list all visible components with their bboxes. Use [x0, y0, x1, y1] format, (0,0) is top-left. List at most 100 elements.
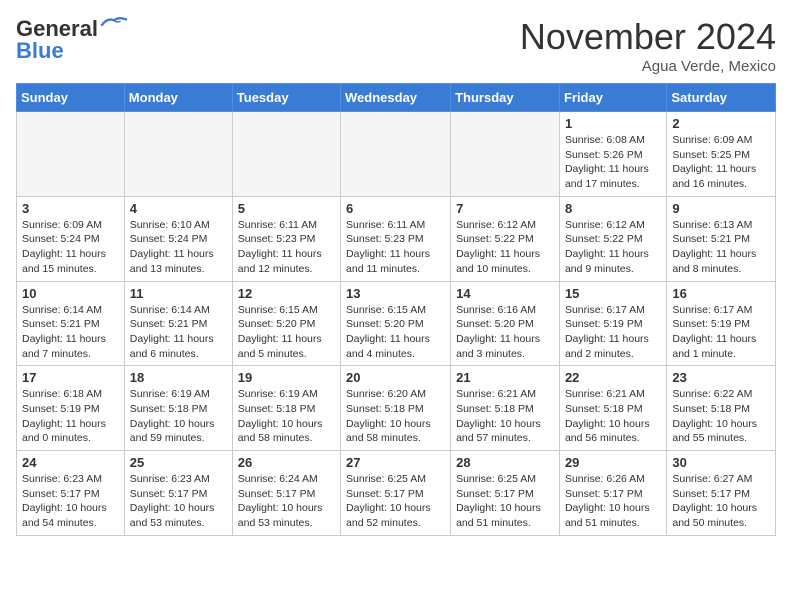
day-info: Sunrise: 6:16 AM Sunset: 5:20 PM Dayligh… — [456, 303, 554, 362]
calendar-cell: 22 Sunrise: 6:21 AM Sunset: 5:18 PM Dayli… — [559, 366, 666, 451]
header-tuesday: Tuesday — [232, 84, 340, 112]
day-number: 28 — [456, 455, 554, 470]
day-number: 21 — [456, 370, 554, 385]
calendar-cell: 10Sunrise: 6:14 AM Sunset: 5:21 PM Dayli… — [17, 281, 125, 366]
day-info: Sunrise: 6:20 AM Sunset: 5:18 PM Dayligh… — [346, 387, 445, 446]
header-saturday: Saturday — [667, 84, 776, 112]
calendar-cell: 1 Sunrise: 6:08 AM Sunset: 5:26 PM Daylig… — [559, 112, 666, 197]
header-thursday: Thursday — [451, 84, 560, 112]
logo: General Blue — [16, 16, 128, 64]
day-info: Sunrise: 6:24 AM Sunset: 5:17 PM Dayligh… — [238, 472, 335, 531]
calendar-cell — [17, 112, 125, 197]
calendar-cell: 8 Sunrise: 6:12 AM Sunset: 5:22 PM Daylig… — [559, 196, 666, 281]
day-info: Sunrise: 6:19 AM Sunset: 5:18 PM Dayligh… — [130, 387, 227, 446]
day-info: Sunrise: 6:25 AM Sunset: 5:17 PM Dayligh… — [456, 472, 554, 531]
day-info: Sunrise: 6:09 AM Sunset: 5:24 PM Dayligh… — [22, 218, 119, 277]
calendar-cell: 24Sunrise: 6:23 AM Sunset: 5:17 PM Dayli… — [17, 451, 125, 536]
header-wednesday: Wednesday — [341, 84, 451, 112]
calendar-cell: 15 Sunrise: 6:17 AM Sunset: 5:19 PM Dayli… — [559, 281, 666, 366]
day-number: 25 — [130, 455, 227, 470]
day-info: Sunrise: 6:17 AM Sunset: 5:19 PM Dayligh… — [672, 303, 770, 362]
calendar-cell: 3 Sunrise: 6:09 AM Sunset: 5:24 PM Daylig… — [17, 196, 125, 281]
calendar-cell: 23Sunrise: 6:22 AM Sunset: 5:18 PM Dayli… — [667, 366, 776, 451]
day-number: 18 — [130, 370, 227, 385]
calendar-cell: 20 Sunrise: 6:20 AM Sunset: 5:18 PM Dayli… — [341, 366, 451, 451]
day-info: Sunrise: 6:18 AM Sunset: 5:19 PM Dayligh… — [22, 387, 119, 446]
day-info: Sunrise: 6:26 AM Sunset: 5:17 PM Dayligh… — [565, 472, 661, 531]
day-info: Sunrise: 6:23 AM Sunset: 5:17 PM Dayligh… — [130, 472, 227, 531]
calendar-cell: 16 Sunrise: 6:17 AM Sunset: 5:19 PM Dayli… — [667, 281, 776, 366]
calendar-week-4: 17 Sunrise: 6:18 AM Sunset: 5:19 PM Dayli… — [17, 366, 776, 451]
day-info: Sunrise: 6:13 AM Sunset: 5:21 PM Dayligh… — [672, 218, 770, 277]
title-block: November 2024 Agua Verde, Mexico — [520, 16, 776, 75]
day-number: 4 — [130, 201, 227, 216]
calendar-cell: 4Sunrise: 6:10 AM Sunset: 5:24 PM Daylig… — [124, 196, 232, 281]
day-info: Sunrise: 6:11 AM Sunset: 5:23 PM Dayligh… — [346, 218, 445, 277]
day-info: Sunrise: 6:19 AM Sunset: 5:18 PM Dayligh… — [238, 387, 335, 446]
day-info: Sunrise: 6:11 AM Sunset: 5:23 PM Dayligh… — [238, 218, 335, 277]
calendar-cell: 6 Sunrise: 6:11 AM Sunset: 5:23 PM Daylig… — [341, 196, 451, 281]
day-number: 5 — [238, 201, 335, 216]
day-number: 1 — [565, 116, 661, 131]
calendar-cell: 12 Sunrise: 6:15 AM Sunset: 5:20 PM Dayli… — [232, 281, 340, 366]
calendar-header-row: SundayMondayTuesdayWednesdayThursdayFrid… — [17, 84, 776, 112]
calendar-cell: 11Sunrise: 6:14 AM Sunset: 5:21 PM Dayli… — [124, 281, 232, 366]
calendar-cell: 5 Sunrise: 6:11 AM Sunset: 5:23 PM Daylig… — [232, 196, 340, 281]
day-number: 8 — [565, 201, 661, 216]
day-info: Sunrise: 6:12 AM Sunset: 5:22 PM Dayligh… — [456, 218, 554, 277]
calendar-week-3: 10Sunrise: 6:14 AM Sunset: 5:21 PM Dayli… — [17, 281, 776, 366]
calendar-cell: 9Sunrise: 6:13 AM Sunset: 5:21 PM Daylig… — [667, 196, 776, 281]
day-number: 11 — [130, 286, 227, 301]
calendar-cell — [451, 112, 560, 197]
header-sunday: Sunday — [17, 84, 125, 112]
day-number: 17 — [22, 370, 119, 385]
day-number: 7 — [456, 201, 554, 216]
day-number: 16 — [672, 286, 770, 301]
calendar-cell: 18 Sunrise: 6:19 AM Sunset: 5:18 PM Dayli… — [124, 366, 232, 451]
day-info: Sunrise: 6:12 AM Sunset: 5:22 PM Dayligh… — [565, 218, 661, 277]
day-number: 29 — [565, 455, 661, 470]
calendar-cell — [124, 112, 232, 197]
header-friday: Friday — [559, 84, 666, 112]
day-number: 19 — [238, 370, 335, 385]
day-number: 24 — [22, 455, 119, 470]
day-info: Sunrise: 6:21 AM Sunset: 5:18 PM Dayligh… — [456, 387, 554, 446]
calendar-cell: 28 Sunrise: 6:25 AM Sunset: 5:17 PM Dayli… — [451, 451, 560, 536]
day-info: Sunrise: 6:09 AM Sunset: 5:25 PM Dayligh… — [672, 133, 770, 192]
calendar-cell: 26 Sunrise: 6:24 AM Sunset: 5:17 PM Dayli… — [232, 451, 340, 536]
month-title: November 2024 — [520, 16, 776, 58]
day-number: 12 — [238, 286, 335, 301]
calendar-cell: 27 Sunrise: 6:25 AM Sunset: 5:17 PM Dayli… — [341, 451, 451, 536]
day-info: Sunrise: 6:08 AM Sunset: 5:26 PM Dayligh… — [565, 133, 661, 192]
calendar-cell — [232, 112, 340, 197]
calendar-cell: 29 Sunrise: 6:26 AM Sunset: 5:17 PM Dayli… — [559, 451, 666, 536]
day-number: 23 — [672, 370, 770, 385]
header-monday: Monday — [124, 84, 232, 112]
day-number: 30 — [672, 455, 770, 470]
page-header: General Blue November 2024 Agua Verde, M… — [16, 16, 776, 75]
day-info: Sunrise: 6:14 AM Sunset: 5:21 PM Dayligh… — [22, 303, 119, 362]
day-number: 15 — [565, 286, 661, 301]
day-info: Sunrise: 6:17 AM Sunset: 5:19 PM Dayligh… — [565, 303, 661, 362]
day-number: 13 — [346, 286, 445, 301]
calendar-week-5: 24 Sunrise: 6:23 AM Sunset: 5:17 PM Dayli… — [17, 451, 776, 536]
calendar-cell: 17 Sunrise: 6:18 AM Sunset: 5:19 PM Dayli… — [17, 366, 125, 451]
calendar-cell: 30 Sunrise: 6:27 AM Sunset: 5:17 PM Dayli… — [667, 451, 776, 536]
calendar-cell: 21 Sunrise: 6:21 AM Sunset: 5:18 PM Dayli… — [451, 366, 560, 451]
day-number: 22 — [565, 370, 661, 385]
day-number: 3 — [22, 201, 119, 216]
day-number: 26 — [238, 455, 335, 470]
day-number: 20 — [346, 370, 445, 385]
day-info: Sunrise: 6:25 AM Sunset: 5:17 PM Dayligh… — [346, 472, 445, 531]
day-info: Sunrise: 6:15 AM Sunset: 5:20 PM Dayligh… — [238, 303, 335, 362]
logo-bird-icon — [100, 15, 128, 35]
day-number: 14 — [456, 286, 554, 301]
day-number: 27 — [346, 455, 445, 470]
day-info: Sunrise: 6:27 AM Sunset: 5:17 PM Dayligh… — [672, 472, 770, 531]
calendar-cell — [341, 112, 451, 197]
location: Agua Verde, Mexico — [520, 58, 776, 75]
calendar-week-1: 1 Sunrise: 6:08 AM Sunset: 5:26 PM Daylig… — [17, 112, 776, 197]
day-info: Sunrise: 6:21 AM Sunset: 5:18 PM Dayligh… — [565, 387, 661, 446]
day-number: 2 — [672, 116, 770, 131]
day-number: 6 — [346, 201, 445, 216]
